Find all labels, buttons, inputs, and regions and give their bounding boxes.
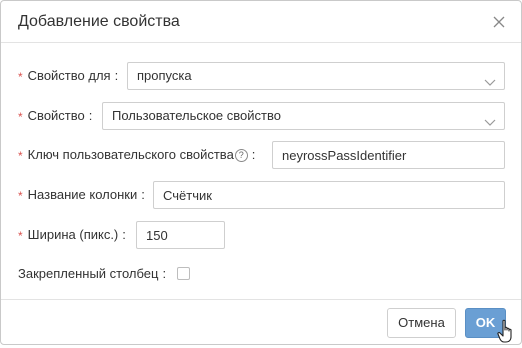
- cancel-button[interactable]: Отмена: [387, 308, 456, 338]
- chevron-down-icon: [484, 71, 496, 86]
- width-input[interactable]: [136, 221, 225, 249]
- dialog-title: Добавление свойства: [18, 13, 180, 30]
- footer-divider: [1, 299, 521, 300]
- property-for-value: пропуска: [137, 68, 192, 83]
- row-custom-key: * Ключ пользовательского свойства?:: [1, 141, 521, 169]
- property-select[interactable]: Пользовательское свойство: [102, 102, 505, 130]
- dialog-header: Добавление свойства: [1, 1, 521, 43]
- pinned-label: Закрепленный столбец: [18, 266, 159, 281]
- property-for-select[interactable]: пропуска: [127, 62, 505, 90]
- custom-key-label: Ключ пользовательского свойства: [27, 147, 234, 162]
- add-property-dialog: Добавление свойства * Свойство для: пропу…: [0, 0, 522, 345]
- row-property: * Свойство: Пользовательское свойство: [1, 102, 521, 130]
- required-mark: *: [18, 189, 23, 203]
- row-width: * Ширина (пикс.):: [1, 221, 521, 249]
- row-property-for: * Свойство для: пропуска: [1, 62, 521, 90]
- hand-pointer-icon: [497, 319, 517, 345]
- column-name-input[interactable]: [153, 181, 505, 209]
- chevron-down-icon: [484, 111, 496, 126]
- required-mark: *: [18, 110, 23, 124]
- required-mark: *: [18, 70, 23, 84]
- row-column-name: * Название колонки:: [1, 181, 521, 209]
- row-pinned: Закрепленный столбец:: [1, 260, 521, 288]
- required-mark: *: [18, 229, 23, 243]
- width-label: Ширина (пикс.): [27, 227, 119, 242]
- property-value: Пользовательское свойство: [112, 108, 281, 123]
- required-mark: *: [18, 149, 23, 163]
- property-for-label: Свойство для: [27, 68, 111, 83]
- pinned-checkbox[interactable]: [177, 267, 190, 280]
- custom-key-input[interactable]: [272, 141, 505, 169]
- column-name-label: Название колонки: [27, 187, 138, 202]
- close-icon[interactable]: [489, 12, 509, 32]
- property-label: Свойство: [27, 108, 85, 123]
- help-icon[interactable]: ?: [234, 149, 248, 162]
